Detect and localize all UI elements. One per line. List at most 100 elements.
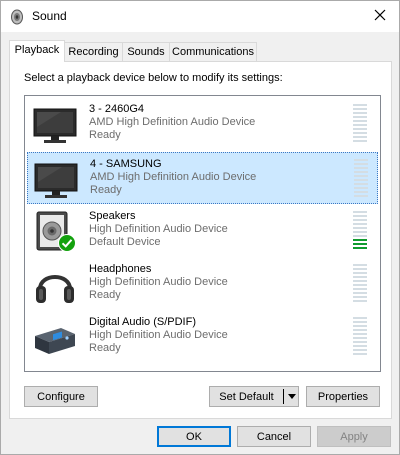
device-name: 4 - SAMSUNG — [90, 158, 162, 170]
properties-button-label: Properties — [317, 390, 369, 403]
level-meter-bar — [354, 163, 368, 165]
device-description: High Definition Audio Device — [89, 276, 228, 288]
device-status: Default Device — [89, 236, 161, 248]
tab-sounds[interactable]: Sounds — [122, 42, 170, 61]
level-meter-bar — [353, 235, 367, 237]
level-meter-bar — [353, 247, 367, 249]
level-meter-bar — [353, 223, 367, 225]
configure-button-label: Configure — [37, 390, 85, 403]
level-meter-bar — [353, 284, 367, 286]
device-description: AMD High Definition Audio Device — [89, 116, 256, 128]
close-icon — [374, 9, 386, 24]
ok-button-label: OK — [186, 430, 202, 443]
ok-button[interactable]: OK — [157, 426, 231, 447]
set-default-split-button[interactable]: Set Default — [209, 386, 299, 407]
level-meter — [353, 264, 367, 306]
set-default-dropdown[interactable] — [285, 387, 298, 406]
speaker-icon — [9, 9, 25, 25]
split-divider — [283, 389, 284, 404]
level-meter-bar — [354, 159, 368, 161]
level-meter-bar — [353, 345, 367, 347]
device-item-2460g4[interactable]: 3 - 2460G4 AMD High Definition Audio Dev… — [27, 98, 378, 150]
level-meter-bar — [353, 239, 367, 241]
device-list[interactable]: 3 - 2460G4 AMD High Definition Audio Dev… — [24, 95, 381, 372]
configure-button[interactable]: Configure — [24, 386, 98, 407]
level-meter — [353, 317, 367, 359]
level-meter-bar — [353, 292, 367, 294]
level-meter-bar — [353, 300, 367, 302]
properties-button[interactable]: Properties — [306, 386, 380, 407]
device-item-samsung[interactable]: 4 - SAMSUNG AMD High Definition Audio De… — [27, 152, 378, 204]
level-meter-bar — [353, 264, 367, 266]
level-meter-bar — [354, 191, 368, 193]
level-meter-bar — [353, 116, 367, 118]
level-meter-bar — [354, 171, 368, 173]
level-meter-bar — [353, 276, 367, 278]
level-meter-bar — [353, 136, 367, 138]
headphones-icon — [31, 263, 79, 307]
level-meter-bar — [353, 288, 367, 290]
digital-audio-icon — [31, 316, 79, 360]
level-meter-bar — [353, 112, 367, 114]
monitor-icon — [32, 158, 80, 202]
device-name: 3 - 2460G4 — [89, 103, 145, 115]
level-meter-bar — [353, 243, 367, 245]
device-name: Headphones — [89, 263, 152, 275]
set-default-button[interactable]: Set Default — [210, 387, 283, 406]
device-item-digital-audio[interactable]: Digital Audio (S/PDIF) High Definition A… — [27, 311, 378, 363]
level-meter-bar — [353, 329, 367, 331]
sound-dialog: Sound Playback Recording Sounds Communic… — [0, 0, 400, 455]
level-meter-bar — [353, 341, 367, 343]
level-meter-bar — [353, 219, 367, 221]
tab-playback[interactable]: Playback — [9, 40, 65, 62]
tab-communications[interactable]: Communications — [169, 42, 257, 61]
close-button[interactable] — [361, 1, 399, 32]
level-meter-bar — [353, 325, 367, 327]
device-name: Speakers — [89, 210, 136, 222]
level-meter-bar — [353, 128, 367, 130]
device-item-headphones[interactable]: Headphones High Definition Audio Device … — [27, 258, 378, 310]
apply-button[interactable]: Apply — [317, 426, 391, 447]
level-meter-bar — [353, 211, 367, 213]
level-meter-bar — [353, 280, 367, 282]
level-meter-bar — [354, 195, 368, 197]
set-default-label: Set Default — [219, 390, 274, 403]
caret-down-icon — [287, 391, 296, 403]
level-meter-bar — [353, 349, 367, 351]
level-meter — [353, 211, 367, 253]
level-meter-bar — [353, 296, 367, 298]
level-meter-bar — [353, 120, 367, 122]
playback-panel: Select a playback device below to modify… — [9, 61, 392, 419]
device-status: Ready — [89, 129, 121, 141]
device-status: Ready — [89, 289, 121, 301]
device-description: High Definition Audio Device — [89, 223, 228, 235]
device-description: AMD High Definition Audio Device — [90, 171, 257, 183]
window-title: Sound — [32, 9, 67, 23]
level-meter-bar — [353, 132, 367, 134]
level-meter-bar — [353, 333, 367, 335]
level-meter-bar — [353, 227, 367, 229]
cancel-button[interactable]: Cancel — [237, 426, 311, 447]
level-meter-bar — [353, 272, 367, 274]
title-bar: Sound — [1, 1, 399, 32]
level-meter-bar — [353, 231, 367, 233]
level-meter-bar — [354, 167, 368, 169]
level-meter-bar — [353, 215, 367, 217]
level-meter-bar — [354, 183, 368, 185]
level-meter-bar — [353, 124, 367, 126]
default-check-icon — [58, 234, 76, 252]
tab-recording[interactable]: Recording — [64, 42, 123, 61]
level-meter-bar — [353, 140, 367, 142]
device-name: Digital Audio (S/PDIF) — [89, 316, 196, 328]
device-description: High Definition Audio Device — [89, 329, 228, 341]
level-meter-bar — [353, 104, 367, 106]
device-item-speakers[interactable]: Speakers High Definition Audio Device De… — [27, 205, 378, 257]
apply-button-label: Apply — [340, 430, 368, 443]
level-meter — [354, 159, 368, 201]
level-meter-bar — [354, 179, 368, 181]
device-status: Ready — [90, 184, 122, 196]
level-meter-bar — [353, 317, 367, 319]
level-meter-bar — [354, 187, 368, 189]
device-status: Ready — [89, 342, 121, 354]
cancel-button-label: Cancel — [256, 430, 292, 443]
